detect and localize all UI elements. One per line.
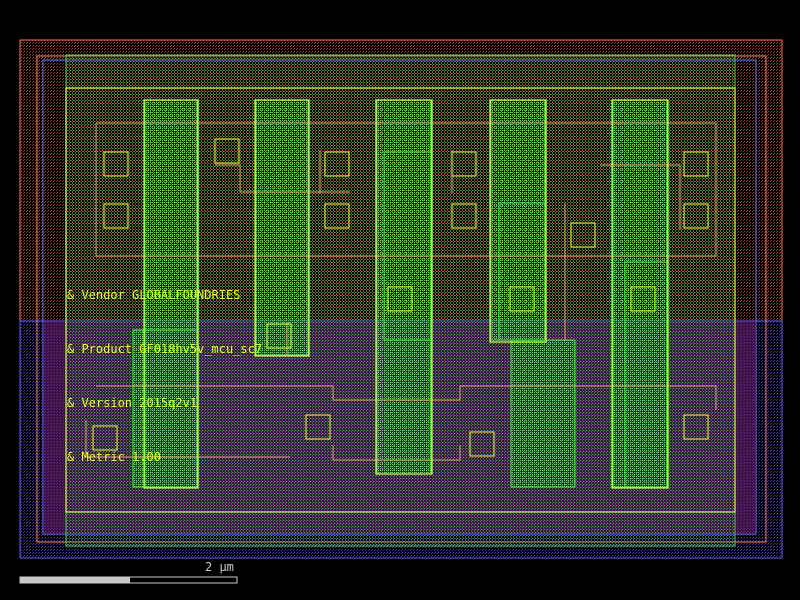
label-metric: & Metric 1.00 [67, 450, 161, 464]
scale-bar-label: 2 µm [205, 560, 234, 574]
label-vendor: & Vendor GLOBALFOUNDRIES [67, 288, 240, 302]
label-version: & Version 2015q2v1 [67, 396, 197, 410]
layout-canvas: & Vendor GLOBALFOUNDRIES & Product GF018… [19, 39, 783, 584]
scale-bar: 2 µm [19, 560, 238, 584]
label-product: & Product GF018hv5v_mcu_sc7 [67, 342, 262, 356]
